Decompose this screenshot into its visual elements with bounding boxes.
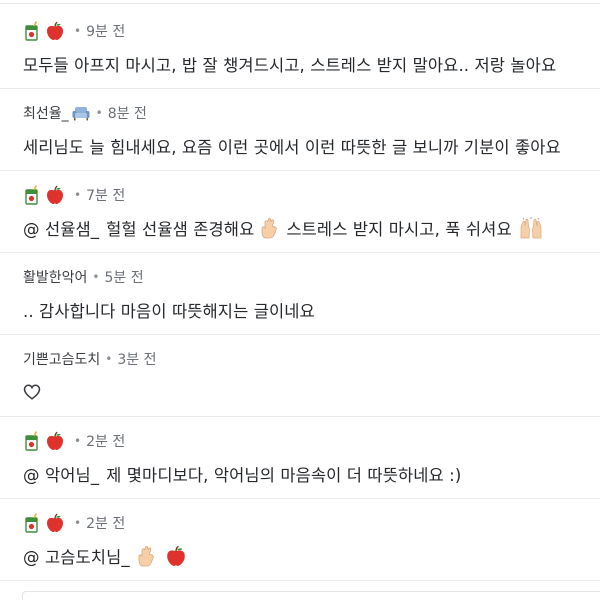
comment-author[interactable]: 활발한악어 (23, 267, 87, 287)
comment-time: 8분 전 (107, 106, 147, 122)
apple-icon (45, 513, 65, 533)
comment-meta: 기쁜고슴도치 • 3분 전 (23, 349, 156, 369)
mention-link[interactable]: @ 악어님_ (23, 462, 99, 486)
comment-item: • 2분 전 @ 악어님_ 제 몇마디보다, 악어님의 마음속이 더 따뜻하네요… (0, 417, 600, 499)
apple-icon (45, 21, 65, 41)
comment-author[interactable]: 최선율_ (23, 103, 69, 123)
apple-icon (165, 545, 187, 567)
comment-item: 활발한악어 • 5분 전 .. 감사합니다 마음이 따뜻해지는 글이네요 (0, 253, 600, 335)
comment-feed: • 9분 전 모두들 아프지 마시고, 밥 잘 챙겨드시고, 스트레스 받지 말… (0, 0, 600, 600)
comment-meta: 활발한악어 • 5분 전 (23, 267, 144, 287)
comment-meta: • 2분 전 (23, 513, 125, 533)
comment-meta: • 9분 전 (23, 21, 125, 41)
comment-body-text: .. 감사합니다 마음이 따뜻해지는 글이네요 (23, 302, 315, 321)
comment-item: • 2분 전 @ 고슴도치님_ (0, 499, 600, 581)
comment-meta: 최선율_ • 8분 전 (23, 103, 147, 123)
comment-time: 5분 전 (104, 270, 144, 286)
sofa-icon (71, 104, 91, 122)
comment-time: 9분 전 (86, 24, 126, 40)
meta-separator: • (74, 24, 82, 38)
juice-box-icon (23, 431, 41, 451)
comment-text: @ 고슴도치님_ (23, 543, 193, 569)
comment-item: 최선율_ • 8분 전 세리님도 늘 힘내세요, 요즘 이런 곳에서 이런 따뜻… (0, 89, 600, 171)
comment-text: @ 선율샘_ 헐헐 선율샘 존경해요 스트레스 받지 마시고, 푹 쉬셔요 (23, 215, 550, 241)
crossed-fingers-icon (137, 545, 157, 567)
comment-body-text: 모두들 아프지 마시고, 밥 잘 챙겨드시고, 스트레스 받지 말아요.. 저랑… (23, 56, 557, 75)
meta-separator: • (92, 270, 100, 284)
raised-hands-icon (518, 217, 544, 239)
comment-meta: • 2분 전 (23, 431, 125, 451)
comment-input-box[interactable] (22, 591, 600, 600)
meta-separator: • (74, 516, 82, 530)
comment-text: 모두들 아프지 마시고, 밥 잘 챙겨드시고, 스트레스 받지 말아요.. 저랑… (23, 51, 556, 77)
meta-separator: • (74, 434, 82, 448)
comment-time: 2분 전 (86, 516, 126, 532)
comment-time: 7분 전 (86, 188, 126, 204)
mention-link[interactable]: @ 고슴도치님_ (23, 544, 130, 568)
juice-box-icon (23, 513, 41, 533)
mention-link[interactable]: @ 선율샘_ (23, 216, 99, 240)
meta-separator: • (74, 188, 82, 202)
top-divider (0, 3, 600, 4)
meta-separator: • (95, 106, 103, 120)
comment-text (23, 379, 41, 405)
comment-text: .. 감사합니다 마음이 따뜻해지는 글이네요 (23, 297, 315, 323)
comment-author[interactable]: 기쁜고슴도치 (23, 349, 100, 369)
comment-body-text: 세리님도 늘 힘내세요, 요즘 이런 곳에서 이런 따뜻한 글 보니까 기분이 … (23, 138, 561, 157)
crossed-fingers-icon (260, 217, 280, 239)
apple-icon (45, 185, 65, 205)
comment-meta: • 7분 전 (23, 185, 125, 205)
comment-time: 3분 전 (117, 352, 157, 368)
comment-item: 기쁜고슴도치 • 3분 전 (0, 335, 600, 417)
meta-separator: • (105, 352, 113, 366)
comment-item: • 7분 전 @ 선율샘_ 헐헐 선율샘 존경해요 스트레스 받지 마시고, 푹… (0, 171, 600, 253)
comment-body-text: 스트레스 받지 마시고, 푹 쉬셔요 (286, 220, 512, 239)
comment-item: • 9분 전 모두들 아프지 마시고, 밥 잘 챙겨드시고, 스트레스 받지 말… (0, 7, 600, 89)
juice-box-icon (23, 185, 41, 205)
comment-body-text: 헐헐 선율샘 존경해요 (106, 220, 255, 239)
juice-box-icon (23, 21, 41, 41)
apple-icon (45, 431, 65, 451)
comment-body-text: 제 몇마디보다, 악어님의 마음속이 더 따뜻하네요 :) (106, 466, 462, 485)
comment-time: 2분 전 (86, 434, 126, 450)
comment-text: @ 악어님_ 제 몇마디보다, 악어님의 마음속이 더 따뜻하네요 :) (23, 461, 461, 487)
heart-outline-icon (23, 384, 41, 400)
comment-text: 세리님도 늘 힘내세요, 요즘 이런 곳에서 이런 따뜻한 글 보니까 기분이 … (23, 133, 561, 159)
